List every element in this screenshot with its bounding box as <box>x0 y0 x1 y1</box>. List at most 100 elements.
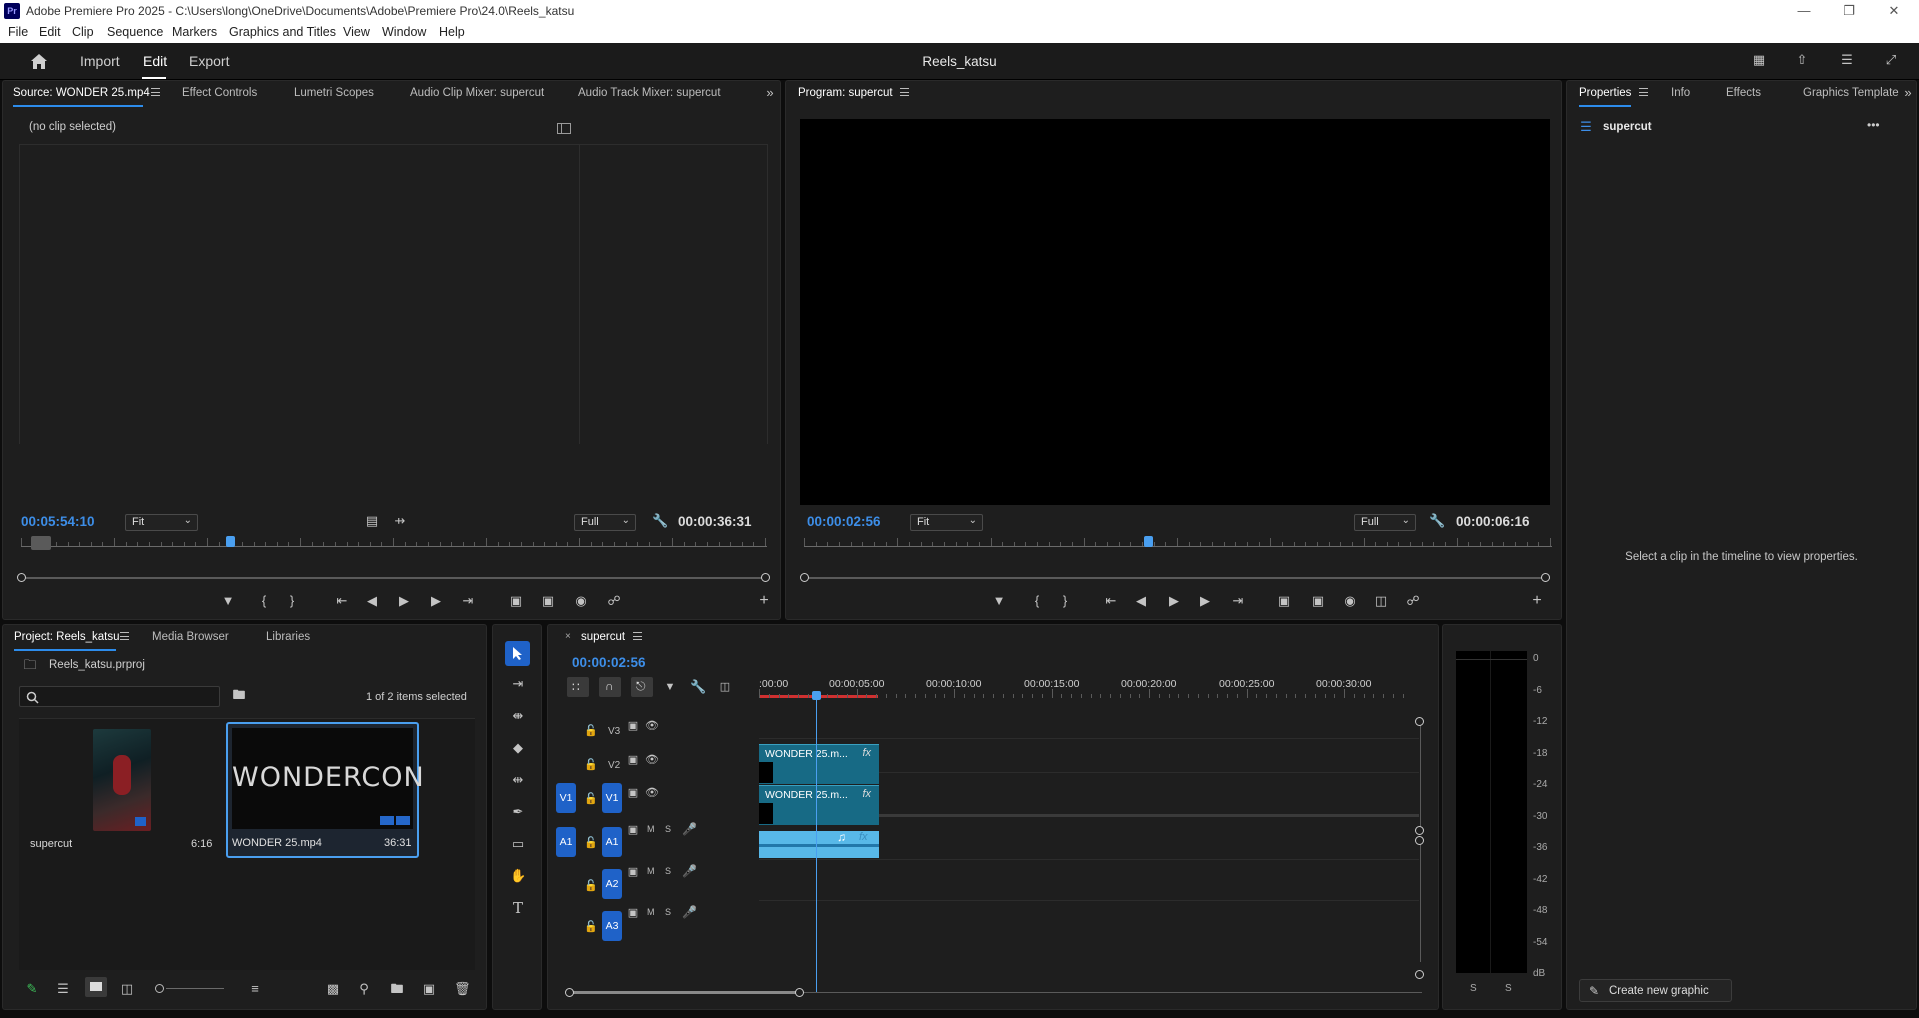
sync-lock-icon[interactable]: ▣ <box>626 753 640 767</box>
insert-icon[interactable]: ▣ <box>508 594 524 608</box>
program-zoom-dropdown[interactable]: Fit ⌄ <box>910 514 983 531</box>
track-lock-icon[interactable]: 🔓 <box>584 724 598 738</box>
solo-button[interactable]: S <box>665 866 671 876</box>
add-button-icon[interactable]: + <box>757 593 771 609</box>
playhead-handle[interactable] <box>226 536 235 547</box>
track-area[interactable]: WONDER 25.m... fx WONDER 25.m... fx ♫ fx <box>759 705 1419 995</box>
sort-icons-icon[interactable]: ≡ <box>248 982 262 996</box>
slip-tool-icon[interactable]: ⇹ <box>510 773 526 787</box>
ripple-edit-tool-icon[interactable]: ⇼ <box>510 709 526 723</box>
playhead-handle[interactable] <box>1144 536 1153 547</box>
program-time-ruler[interactable] <box>804 536 1552 550</box>
mark-in-icon[interactable]: { <box>257 594 271 608</box>
button-editor-icon[interactable]: ☍ <box>1405 594 1421 608</box>
timeline-timecode[interactable]: 00:00:02:56 <box>572 655 646 670</box>
track-select-tool-icon[interactable]: ⇥ <box>510 677 526 691</box>
program-scroll-left-handle[interactable] <box>800 573 809 582</box>
program-resolution-dropdown[interactable]: Full ⌄ <box>1354 514 1416 531</box>
tab-source[interactable]: Source: WONDER 25.mp4 <box>13 87 150 99</box>
overflow-tabs-icon[interactable]: » <box>763 86 777 100</box>
rectangle-tool-icon[interactable]: ▭ <box>510 837 526 851</box>
meter-solo-left[interactable]: S <box>1470 983 1477 994</box>
zoom-slider-handle[interactable] <box>155 984 164 993</box>
mark-in-icon[interactable]: { <box>1030 594 1044 608</box>
timeline-clip-v1[interactable]: WONDER 25.m... fx <box>759 785 879 825</box>
find-icon[interactable]: ⚲ <box>357 982 371 996</box>
razor-tool-icon[interactable]: ◆ <box>510 741 526 755</box>
microphone-icon[interactable]: 🎤 <box>682 864 697 878</box>
maximize-button[interactable]: ❐ <box>1829 2 1869 20</box>
mute-button[interactable]: M <box>647 866 655 876</box>
scroll-handle[interactable] <box>565 988 574 997</box>
more-options-icon[interactable]: ••• <box>1867 118 1880 132</box>
sync-lock-icon[interactable]: ▣ <box>626 865 640 879</box>
add-marker-icon[interactable]: ▼ <box>221 594 235 608</box>
go-to-in-icon[interactable]: ⇤ <box>1103 594 1119 608</box>
tab-properties[interactable]: Properties <box>1579 87 1631 99</box>
automate-to-sequence-icon[interactable]: ▩ <box>325 982 341 996</box>
track-target-a1[interactable]: A1 <box>602 827 622 857</box>
source-zoom-scrollbar[interactable] <box>23 577 767 579</box>
source-patch-a1-button[interactable]: A1 <box>556 827 576 857</box>
overwrite-icon[interactable]: ▣ <box>540 594 556 608</box>
program-video-frame[interactable] <box>800 119 1550 505</box>
scroll-handle[interactable] <box>795 988 804 997</box>
source-in-point-marker[interactable] <box>31 536 51 550</box>
add-marker-icon[interactable]: ▼ <box>663 680 677 694</box>
program-scroll-right-handle[interactable] <box>1541 573 1550 582</box>
tab-media-browser[interactable]: Media Browser <box>152 631 229 643</box>
source-zoom-dropdown[interactable]: Fit ⌄ <box>125 514 198 531</box>
audio-fx-badge[interactable]: fx <box>859 831 868 843</box>
properties-panel-menu-icon[interactable] <box>1639 88 1648 96</box>
sync-lock-icon[interactable]: ▣ <box>626 906 640 920</box>
go-to-out-icon[interactable]: ⇥ <box>1230 594 1246 608</box>
comparison-view-icon[interactable]: ◫ <box>1373 594 1389 608</box>
close-sequence-icon[interactable]: × <box>565 631 571 642</box>
tab-effect-controls[interactable]: Effect Controls <box>182 87 257 99</box>
video-track-scrollbar[interactable] <box>1420 721 1421 831</box>
tab-sequence[interactable]: supercut <box>581 631 625 643</box>
button-editor-icon[interactable]: ☍ <box>606 594 622 608</box>
tab-graphics-template[interactable]: Graphics Template <box>1803 87 1899 99</box>
eye-icon[interactable]: 👁 <box>644 719 660 733</box>
audio-track-scrollbar[interactable] <box>1420 840 1421 962</box>
source-panel-menu-icon[interactable] <box>151 88 160 96</box>
fx-badge[interactable]: fx <box>862 788 871 800</box>
track-lock-icon[interactable]: 🔓 <box>584 758 598 772</box>
menu-view[interactable]: View <box>343 25 370 39</box>
insert-clip-icon[interactable]: ▤ <box>365 514 379 528</box>
program-panel-menu-icon[interactable] <box>900 88 909 96</box>
timeline-playhead-line[interactable] <box>816 695 817 993</box>
quick-export-icon[interactable]: ☰ <box>1839 53 1855 67</box>
mute-button[interactable]: M <box>647 824 655 834</box>
microphone-icon[interactable]: 🎤 <box>682 905 697 919</box>
tab-project[interactable]: Project: Reels_katsu <box>14 631 119 643</box>
meter-solo-right[interactable]: S <box>1505 983 1512 994</box>
drag-video-audio-icon[interactable]: ⇸ <box>392 514 408 528</box>
minimize-button[interactable]: — <box>1784 2 1824 20</box>
mark-out-icon[interactable]: } <box>285 594 299 608</box>
scroll-handle[interactable] <box>1415 717 1424 726</box>
settings-wrench-icon[interactable]: 🔧 <box>1429 514 1445 528</box>
selected-project-item[interactable]: WONDERCON WONDER 25.mp4 36:31 <box>226 722 424 858</box>
export-frame-camera-icon[interactable]: ◉ <box>1342 594 1358 608</box>
microphone-icon[interactable]: 🎤 <box>682 822 697 836</box>
source-panel-layout-icon[interactable] <box>557 123 571 134</box>
sync-lock-icon[interactable]: ▣ <box>626 786 640 800</box>
project-search-input[interactable] <box>19 686 220 707</box>
timeline-clip-a1[interactable]: ♫ fx <box>759 830 879 858</box>
menu-edit[interactable]: Edit <box>39 25 61 39</box>
track-target-a3[interactable]: A3 <box>602 911 622 941</box>
go-to-in-icon[interactable]: ⇤ <box>334 594 350 608</box>
create-new-graphic-button[interactable]: ✎ Create new graphic <box>1579 979 1732 1002</box>
icon-view-button[interactable] <box>85 977 107 997</box>
new-bin-from-search-icon[interactable]: 🖿 <box>231 688 247 702</box>
track-lock-icon[interactable]: 🔓 <box>584 792 598 806</box>
source-time-ruler[interactable] <box>21 536 767 550</box>
tab-audio-track-mixer[interactable]: Audio Track Mixer: supercut <box>578 87 721 99</box>
scroll-handle[interactable] <box>1415 826 1424 835</box>
step-back-icon[interactable]: ◀ <box>365 594 379 608</box>
scroll-handle[interactable] <box>1415 970 1424 979</box>
tab-program[interactable]: Program: supercut <box>798 87 893 99</box>
hand-tool-icon[interactable]: ✋ <box>510 869 526 883</box>
